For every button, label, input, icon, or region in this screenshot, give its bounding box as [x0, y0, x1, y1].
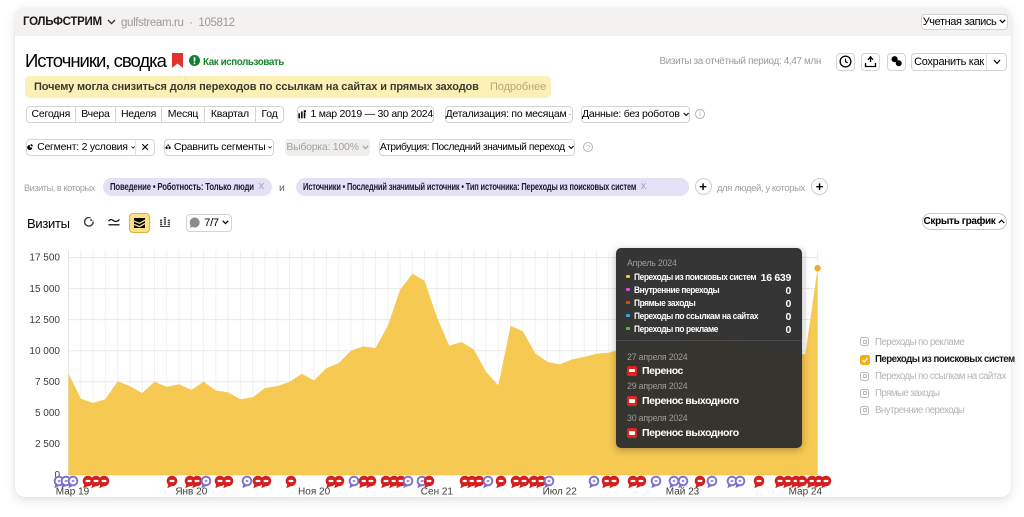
svg-text:10 000: 10 000: [29, 346, 60, 357]
svg-text:Мар 19: Мар 19: [56, 487, 90, 498]
svg-text:17 500: 17 500: [29, 253, 60, 264]
svg-text:2 500: 2 500: [35, 439, 60, 450]
svg-text:7 500: 7 500: [35, 377, 60, 388]
svg-text:Сен 21: Сен 21: [421, 487, 454, 498]
svg-text:12 500: 12 500: [29, 315, 60, 326]
svg-text:Июл 22: Июл 22: [543, 487, 578, 498]
svg-text:Янв 20: Янв 20: [175, 487, 207, 498]
svg-text:5 000: 5 000: [35, 408, 60, 419]
svg-text:Мар 24: Мар 24: [789, 487, 823, 498]
svg-text:15 000: 15 000: [29, 284, 60, 295]
svg-text:Ноя 20: Ноя 20: [298, 487, 331, 498]
svg-text:Май 23: Май 23: [666, 487, 700, 498]
